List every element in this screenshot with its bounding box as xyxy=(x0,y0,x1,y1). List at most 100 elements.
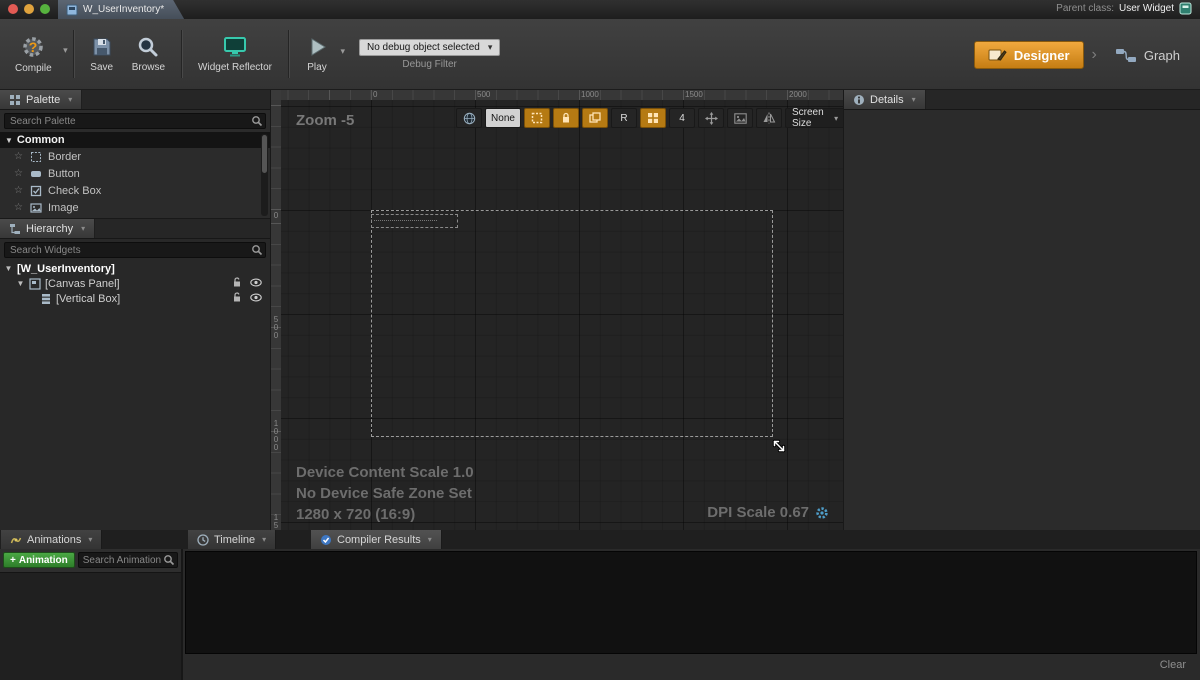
expander-icon[interactable]: ▼ xyxy=(5,136,13,145)
grid-snap-size-button[interactable]: 4 xyxy=(669,108,695,128)
debug-filter-label: Debug Filter xyxy=(402,59,456,70)
hierarchy-node-label: [Vertical Box] xyxy=(56,293,120,305)
tab-animations[interactable]: Animations ▾ xyxy=(1,530,102,549)
window-zoom-button[interactable] xyxy=(40,4,50,14)
window-close-button[interactable] xyxy=(8,4,18,14)
designer-viewport[interactable]: 0 500 1000 1500 2000 0 500 1000 15 Zoom … xyxy=(271,90,843,530)
palette-item-checkbox[interactable]: ☆ Check Box xyxy=(0,182,270,199)
button-widget-icon xyxy=(30,168,42,180)
hierarchy-tab-options-caret[interactable]: ▾ xyxy=(81,224,85,233)
hierarchy-node-canvas-panel[interactable]: ▼ [Canvas Panel] xyxy=(0,276,270,291)
widget-placeholder-line xyxy=(374,220,437,221)
add-animation-button[interactable]: + Animation xyxy=(3,552,75,568)
favorite-star-icon[interactable]: ☆ xyxy=(14,151,24,162)
palette-scrollbar[interactable] xyxy=(261,134,268,216)
toolbar-separator xyxy=(73,30,74,78)
ruler-mark: 0 xyxy=(272,212,280,220)
layers-toggle-button[interactable] xyxy=(582,108,608,128)
tab-options-caret[interactable]: ▾ xyxy=(428,535,432,544)
palette-category-common[interactable]: ▼ Common xyxy=(0,132,270,148)
palette-item-button[interactable]: ☆ Button xyxy=(0,165,270,182)
hierarchy-node-label: [Canvas Panel] xyxy=(45,278,120,290)
compiler-log-output[interactable] xyxy=(185,551,1197,654)
expander-icon[interactable]: ▼ xyxy=(16,279,25,288)
window-minimize-button[interactable] xyxy=(24,4,34,14)
tab-timeline[interactable]: Timeline ▾ xyxy=(188,530,276,549)
user-widget-icon xyxy=(1179,2,1192,15)
visibility-eye-icon[interactable] xyxy=(250,278,262,287)
respect-locks-label: R xyxy=(620,113,627,124)
palette-category-label: Common xyxy=(17,134,65,146)
hierarchy-search-input[interactable] xyxy=(4,242,266,258)
parent-class-info: Parent class: User Widget xyxy=(1056,2,1192,15)
hierarchy-node-root[interactable]: ▼ [W_UserInventory] xyxy=(0,261,270,276)
palette-tab[interactable]: Palette ▾ xyxy=(0,90,82,109)
tab-options-caret[interactable]: ▾ xyxy=(262,535,266,544)
debug-dropdown-caret: ▾ xyxy=(488,42,493,53)
palette-item-border[interactable]: ☆ Border xyxy=(0,148,270,165)
dpi-settings-gear-icon[interactable] xyxy=(815,506,829,520)
unlock-icon[interactable] xyxy=(232,277,242,288)
dropdown-caret-icon: ▾ xyxy=(834,114,838,123)
screen-size-dropdown[interactable]: Screen Size ▾ xyxy=(785,108,843,128)
titlebar: W_UserInventory* Parent class: User Widg… xyxy=(0,0,1200,20)
details-tab-options-caret[interactable]: ▾ xyxy=(912,95,916,104)
selected-widget-outline[interactable] xyxy=(371,214,458,228)
palette-search-input[interactable] xyxy=(4,113,266,129)
screen-size-label: Screen Size xyxy=(792,107,829,129)
hierarchy-node-vertical-box[interactable]: [Vertical Box] xyxy=(0,291,270,306)
details-tab[interactable]: Details ▾ xyxy=(844,90,926,109)
svg-text:?: ? xyxy=(29,39,38,55)
globe-icon xyxy=(463,112,476,125)
palette-item-image[interactable]: ☆ Image xyxy=(0,199,270,216)
play-dropdown-caret[interactable]: ▾ xyxy=(340,46,345,57)
clear-log-button[interactable]: Clear xyxy=(1160,659,1186,671)
hierarchy-icon xyxy=(9,223,21,235)
flow-direction-button[interactable]: None xyxy=(485,108,521,128)
designer-canvas-area[interactable]: Zoom -5 None xyxy=(281,100,843,530)
scrollbar-thumb[interactable] xyxy=(262,135,267,173)
browse-label: Browse xyxy=(132,62,165,73)
flip-preview-button[interactable] xyxy=(756,108,782,128)
grid-snap-toggle-button[interactable] xyxy=(640,108,666,128)
widget-reflector-button[interactable]: Widget Reflector xyxy=(189,30,281,78)
palette-tab-options-caret[interactable]: ▾ xyxy=(68,95,72,104)
details-title: Details xyxy=(870,94,904,106)
mirror-flip-icon xyxy=(762,112,776,124)
document-tab-title: W_UserInventory* xyxy=(83,4,164,15)
compile-dropdown-caret[interactable]: ▾ xyxy=(63,45,68,56)
localization-preview-button[interactable] xyxy=(456,108,482,128)
preview-background-button[interactable] xyxy=(727,108,753,128)
palette-item-label: Border xyxy=(48,151,81,163)
browse-button[interactable]: Browse xyxy=(123,30,174,78)
compile-gear-icon: ? xyxy=(20,34,46,60)
tab-compiler-results[interactable]: Compiler Results ▾ xyxy=(311,530,442,549)
graph-mode-button[interactable]: Graph xyxy=(1105,43,1190,68)
preview-canvas-outline[interactable] xyxy=(371,210,773,437)
document-tab[interactable]: W_UserInventory* xyxy=(58,0,184,19)
hierarchy-tab[interactable]: Hierarchy ▾ xyxy=(0,219,95,238)
widget-reflector-label: Widget Reflector xyxy=(198,62,272,73)
play-button[interactable]: Play ▾ xyxy=(296,30,343,78)
visibility-eye-icon[interactable] xyxy=(250,293,262,302)
respect-locks-button[interactable]: R xyxy=(611,108,637,128)
debug-object-dropdown[interactable]: No debug object selected ▾ xyxy=(359,39,500,56)
lock-widgets-button[interactable] xyxy=(553,108,579,128)
designer-mode-button[interactable]: Designer xyxy=(974,41,1084,69)
save-button[interactable]: Save xyxy=(81,30,123,78)
unlock-icon[interactable] xyxy=(232,292,242,303)
animation-list[interactable] xyxy=(0,572,181,680)
favorite-star-icon[interactable]: ☆ xyxy=(14,185,24,196)
lock-icon xyxy=(561,112,571,124)
compile-button[interactable]: ? Compile ▾ xyxy=(6,29,66,79)
favorite-star-icon[interactable]: ☆ xyxy=(14,168,24,179)
expander-icon[interactable]: ▼ xyxy=(4,264,13,273)
resolution-label: 1280 x 720 (16:9) xyxy=(296,504,474,525)
tab-options-caret[interactable]: ▾ xyxy=(88,535,92,544)
favorite-star-icon[interactable]: ☆ xyxy=(14,202,24,213)
search-icon xyxy=(251,115,263,127)
dpi-scale-label: DPI Scale 0.67 xyxy=(707,504,809,521)
translate-mode-button[interactable] xyxy=(698,108,724,128)
outlines-toggle-button[interactable] xyxy=(524,108,550,128)
viewport-toolbar: None xyxy=(456,108,843,128)
